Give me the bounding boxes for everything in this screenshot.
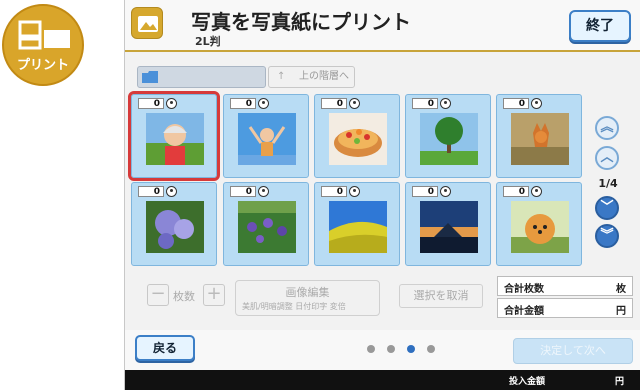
- inserted-amount-label: 投入金額: [509, 377, 546, 387]
- deselect-button[interactable]: 選択を取消: [399, 284, 483, 308]
- image-edit-title: 画像編集: [285, 286, 330, 299]
- photo-thumbnail: [511, 201, 569, 253]
- print-count: 0: [503, 186, 529, 197]
- photo-tile[interactable]: 0: [405, 94, 491, 178]
- total-sheets-label: 合計枚数: [504, 284, 544, 295]
- print-badge-label: プリント: [16, 58, 69, 73]
- photo-thumbnail: [420, 113, 478, 165]
- photo-thumbnail: [420, 201, 478, 253]
- increase-quantity-button[interactable]: +: [203, 284, 225, 306]
- photo-tile[interactable]: 0: [223, 182, 309, 266]
- print-count: 0: [230, 98, 256, 109]
- print-badge: プリント: [2, 4, 84, 86]
- rotate-icon[interactable]: [440, 186, 451, 197]
- photo-thumbnail: [329, 113, 387, 165]
- print-count: 0: [412, 186, 438, 197]
- scroll-controls: ︽ ︿ 1/4 ﹀ ︾: [589, 114, 629, 254]
- print-count: 0: [412, 98, 438, 109]
- print-count: 0: [138, 98, 164, 109]
- decrease-quantity-button[interactable]: −: [147, 284, 169, 306]
- header: 写真を写真紙にプリント 2L判 終了: [125, 0, 640, 52]
- rotate-icon[interactable]: [258, 186, 269, 197]
- photo-tile[interactable]: 0: [496, 94, 582, 178]
- total-sheets-box: 合計枚数 枚: [497, 276, 633, 296]
- page-dot-active: [407, 345, 415, 353]
- print-count: 0: [138, 186, 164, 197]
- rotate-icon[interactable]: [258, 98, 269, 109]
- page-dot: [387, 345, 395, 353]
- photo-thumbnail: [329, 201, 387, 253]
- total-price-label: 合計金額: [504, 306, 544, 317]
- up-level-label: 上の階層へ: [299, 71, 349, 82]
- rotate-icon[interactable]: [531, 98, 542, 109]
- total-sheets-unit: 枚: [616, 284, 626, 295]
- scroll-last-button[interactable]: ︾: [595, 224, 619, 248]
- image-edit-button[interactable]: 画像編集 美肌/明暗調整 日付印字 変倍: [235, 280, 380, 316]
- page-dots: [367, 345, 447, 355]
- page-dot: [367, 345, 375, 353]
- print-count: 0: [230, 186, 256, 197]
- total-price-box: 合計金額 円: [497, 298, 633, 318]
- rotate-icon[interactable]: [440, 98, 451, 109]
- total-price-unit: 円: [616, 306, 626, 317]
- main-screen: 写真を写真紙にプリント 2L判 終了 ↑ 上の階層へ 0 0 0 0 0 0 0…: [124, 0, 640, 390]
- photo-tile[interactable]: 0: [496, 182, 582, 266]
- photo-tile[interactable]: 0: [128, 91, 220, 181]
- confirm-next-button[interactable]: 決定して次へ: [513, 338, 633, 364]
- rotate-icon[interactable]: [531, 186, 542, 197]
- photo-thumbnail: [238, 201, 296, 253]
- rotate-icon[interactable]: [166, 98, 177, 109]
- quantity-label: 枚数: [173, 290, 195, 303]
- print-symbol-icon: [18, 20, 70, 50]
- up-arrow-icon: ↑: [277, 71, 286, 82]
- scroll-up-button[interactable]: ︿: [595, 146, 619, 170]
- exit-button[interactable]: 終了: [569, 10, 631, 42]
- photo-tile[interactable]: 0: [405, 182, 491, 266]
- print-count: 0: [503, 98, 529, 109]
- folder-path: [137, 66, 266, 88]
- app-root: プリント 写真を写真紙にプリント 2L判 終了 ↑ 上の階層へ 0 0 0 0 …: [0, 0, 640, 390]
- photo-tile[interactable]: 0: [223, 94, 309, 178]
- photo-thumbnail: [146, 113, 204, 165]
- paper-size-label: 2L判: [195, 35, 221, 48]
- folder-icon: [142, 71, 158, 83]
- photo-tile[interactable]: 0: [131, 182, 217, 266]
- rotate-icon[interactable]: [349, 98, 360, 109]
- back-button[interactable]: 戻る: [135, 335, 195, 361]
- rotate-icon[interactable]: [166, 186, 177, 197]
- payment-bar: 投入金額 円: [125, 370, 640, 390]
- photo-thumbnail: [238, 113, 296, 165]
- photo-thumbnail: [511, 113, 569, 165]
- page-indicator: 1/4: [598, 177, 618, 190]
- page-title: 写真を写真紙にプリント: [191, 10, 411, 34]
- print-count: 0: [321, 98, 347, 109]
- page-dot: [427, 345, 435, 353]
- scroll-first-button[interactable]: ︽: [595, 116, 619, 140]
- up-level-button[interactable]: ↑ 上の階層へ: [268, 66, 355, 88]
- rotate-icon[interactable]: [349, 186, 360, 197]
- footer: 戻る 決定して次へ: [125, 330, 640, 370]
- photo-tile[interactable]: 0: [314, 94, 400, 178]
- photo-app-icon: [131, 7, 163, 39]
- image-edit-options: 美肌/明暗調整 日付印字 変倍: [242, 302, 346, 311]
- print-count: 0: [321, 186, 347, 197]
- photo-grid: 0 0 0 0 0 0 0 0 0 0: [128, 91, 582, 266]
- inserted-amount-unit: 円: [615, 377, 625, 387]
- photo-tile[interactable]: 0: [314, 182, 400, 266]
- photo-thumbnail: [146, 201, 204, 253]
- scroll-down-button[interactable]: ﹀: [595, 196, 619, 220]
